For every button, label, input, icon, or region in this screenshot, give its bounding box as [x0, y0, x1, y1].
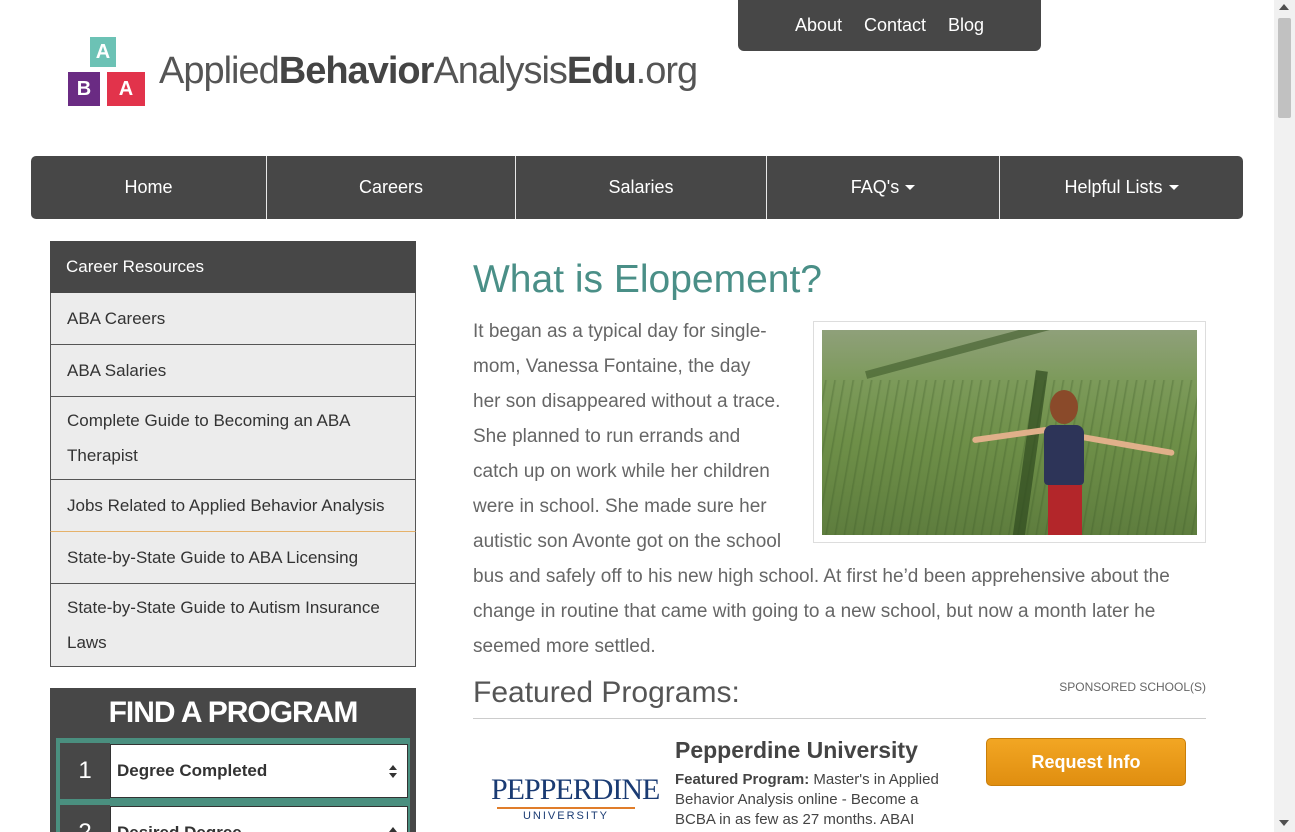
- sidebar-item-aba-salaries[interactable]: ABA Salaries: [50, 345, 416, 397]
- nav-helpful-lists[interactable]: Helpful Lists: [1000, 156, 1243, 219]
- top-nav-contact[interactable]: Contact: [864, 15, 926, 36]
- program-step-row: 1 Degree Completed: [56, 738, 410, 800]
- child-in-field-image: [822, 330, 1197, 535]
- program-listing: PEPPERDINE UNIVERSITY Pepperdine Univers…: [473, 737, 1206, 832]
- featured-programs-header: Featured Programs: SPONSORED SCHOOL(S): [473, 676, 1206, 719]
- main-nav: Home Careers Salaries FAQ's Helpful List…: [31, 156, 1243, 219]
- request-info-button[interactable]: Request Info: [986, 738, 1186, 786]
- find-program-title: FIND A PROGRAM: [108, 696, 359, 729]
- logo-block-a: A: [90, 37, 116, 67]
- degree-completed-select[interactable]: Degree Completed: [110, 744, 408, 798]
- top-nav-about[interactable]: About: [795, 15, 842, 36]
- sidebar-item-insurance-laws[interactable]: State-by-State Guide to Autism Insurance…: [50, 584, 416, 667]
- nav-faqs[interactable]: FAQ's: [767, 156, 1000, 219]
- site-logo[interactable]: A B A AppliedBehaviorAnalysisEdu.org: [67, 36, 698, 106]
- desired-degree-select[interactable]: Desired Degree: [110, 806, 408, 832]
- sidebar-heading: Career Resources: [50, 241, 416, 293]
- top-nav-blog[interactable]: Blog: [948, 15, 984, 36]
- sidebar-item-licensing-guide[interactable]: State-by-State Guide to ABA Licensing: [50, 532, 416, 584]
- school-name[interactable]: Pepperdine University: [675, 737, 955, 764]
- program-description: Featured Program: Master's in Applied Be…: [675, 771, 939, 828]
- step-number: 2: [60, 805, 110, 832]
- nav-salaries[interactable]: Salaries: [516, 156, 767, 219]
- career-resources-sidebar: Career Resources ABA Careers ABA Salarie…: [50, 241, 416, 667]
- scroll-up-icon[interactable]: [1279, 4, 1289, 10]
- logo-blocks-icon: A B A: [67, 36, 145, 106]
- logo-wordmark: AppliedBehaviorAnalysisEdu.org: [159, 49, 698, 92]
- pepperdine-logo[interactable]: PEPPERDINE UNIVERSITY: [491, 773, 660, 822]
- nav-home[interactable]: Home: [31, 156, 267, 219]
- page-scrollbar[interactable]: [1274, 0, 1295, 832]
- program-step-row: 2 Desired Degree: [56, 800, 410, 832]
- select-arrows-icon: [389, 765, 397, 778]
- nav-careers[interactable]: Careers: [267, 156, 516, 219]
- article-content: What is Elopement? It began as a typical…: [473, 258, 1206, 832]
- select-arrows-icon: [389, 827, 397, 832]
- sponsored-label: SPONSORED SCHOOL(S): [1059, 680, 1206, 694]
- logo-block-b: B: [68, 72, 100, 106]
- caret-down-icon: [1168, 185, 1179, 190]
- step-number: 1: [60, 743, 110, 799]
- scroll-down-icon[interactable]: [1279, 820, 1289, 826]
- sidebar-item-aba-therapist-guide[interactable]: Complete Guide to Becoming an ABA Therap…: [50, 397, 416, 480]
- top-nav: About Contact Blog: [738, 0, 1041, 51]
- sidebar-item-aba-careers[interactable]: ABA Careers: [50, 293, 416, 345]
- page-title: What is Elopement?: [473, 258, 823, 301]
- sidebar-item-related-jobs[interactable]: Jobs Related to Applied Behavior Analysi…: [50, 480, 416, 532]
- logo-block-a2: A: [107, 72, 145, 106]
- scroll-thumb[interactable]: [1278, 18, 1291, 118]
- caret-down-icon: [905, 185, 916, 190]
- featured-programs-heading: Featured Programs:: [473, 676, 740, 709]
- program-info: Pepperdine University Featured Program: …: [675, 737, 955, 830]
- find-program-widget: FIND A PROGRAM 1 Degree Completed 2 Desi…: [50, 688, 416, 832]
- article-image-frame: [813, 321, 1206, 543]
